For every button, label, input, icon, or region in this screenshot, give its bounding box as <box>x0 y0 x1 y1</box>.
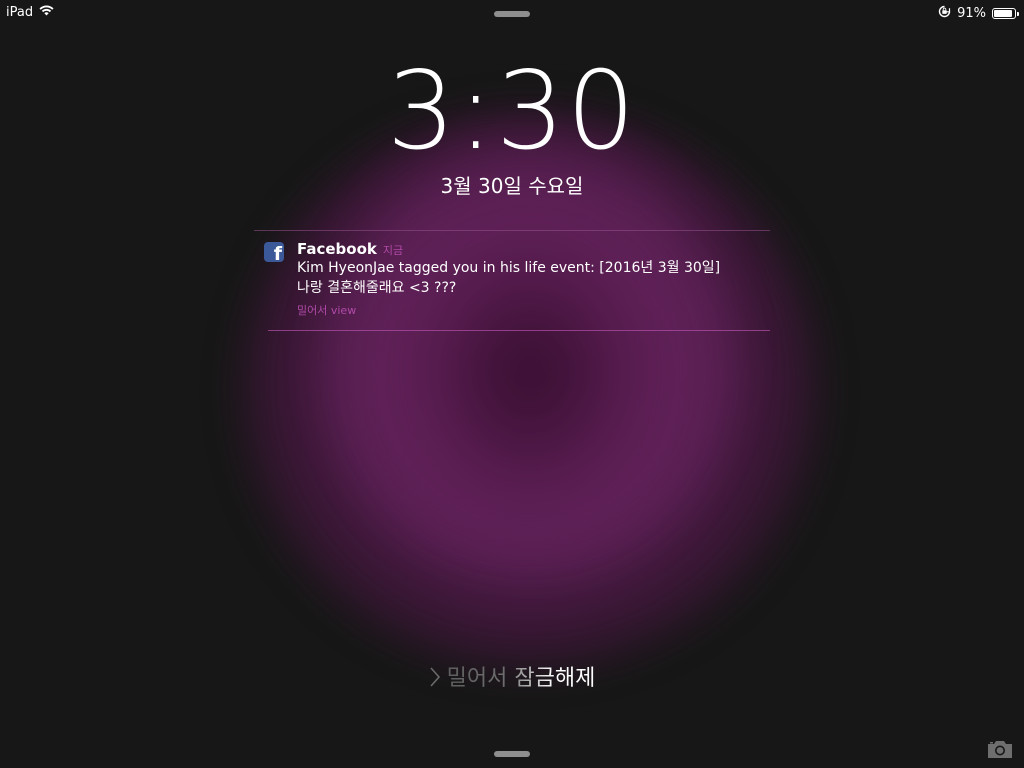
notification-center-grabber[interactable] <box>494 11 530 17</box>
control-center-grabber[interactable] <box>494 751 530 757</box>
notification-body: Facebook 지금 Kim HyeonJae tagged you in h… <box>297 240 757 318</box>
camera-icon[interactable] <box>986 738 1014 760</box>
facebook-icon: f <box>264 242 284 262</box>
notification-text-line2: 나랑 결혼해줄래요 <3 ??? <box>297 280 457 296</box>
notification-time: 지금 <box>382 244 404 257</box>
notification-header: Facebook 지금 <box>297 240 757 258</box>
lock-date: 3월 30일 수요일 <box>440 174 584 198</box>
battery-icon <box>992 8 1019 19</box>
slide-to-unlock-label: 밀어서 잠금해제 <box>446 666 596 691</box>
notification-action[interactable]: 밀어서 view <box>297 302 757 318</box>
notification-divider-top <box>254 230 770 231</box>
status-right: 91% <box>938 5 1019 22</box>
battery-percent: 91% <box>957 6 986 21</box>
device-label: iPad <box>6 5 34 20</box>
notification-app-name: Facebook <box>297 240 377 258</box>
battery-tip <box>1017 12 1019 16</box>
lock-clock: 3:30 <box>386 49 638 174</box>
status-left: iPad <box>6 5 54 20</box>
wallpaper-glow-inner <box>330 140 730 560</box>
chevron-right-icon <box>429 663 441 691</box>
wifi-icon <box>39 5 54 20</box>
slide-to-unlock[interactable]: 밀어서 잠금해제 <box>0 660 1024 692</box>
notification-divider-bottom <box>268 330 770 331</box>
notification-text-line1: Kim HyeonJae tagged you in his life even… <box>297 260 721 276</box>
rotation-lock-icon <box>938 5 951 22</box>
lock-screen: iPad 91% 3:30 3월 30일 수요일 f Facebook 지금 K… <box>0 0 1024 768</box>
battery-fill <box>994 10 1013 17</box>
